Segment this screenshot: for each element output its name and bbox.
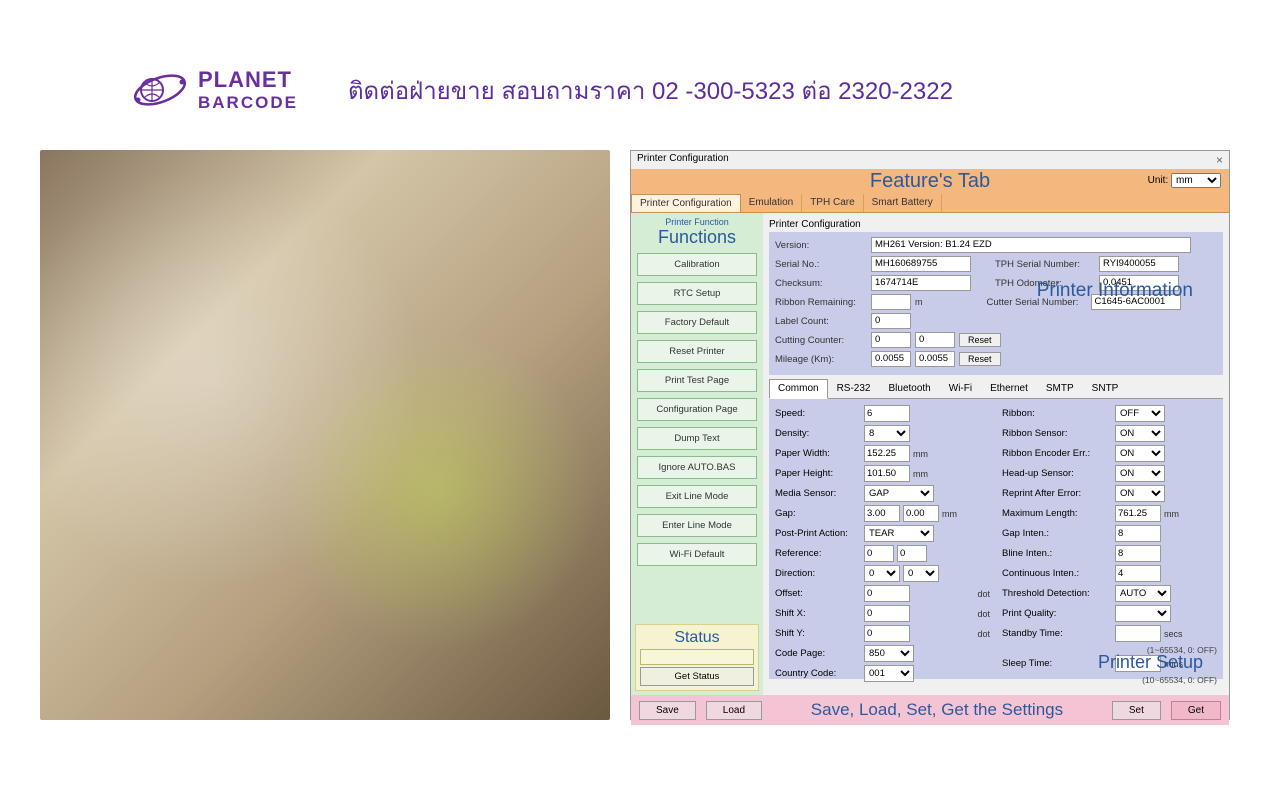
tph-odometer-field: 0.0451 xyxy=(1099,275,1179,291)
offset-input[interactable] xyxy=(864,585,910,602)
serial-field: MH160689755 xyxy=(871,256,971,272)
load-button[interactable]: Load xyxy=(706,701,762,720)
footer-text: Save, Load, Set, Get the Settings xyxy=(772,700,1102,720)
print-quality-select[interactable] xyxy=(1115,605,1171,622)
threshold-detection-select[interactable]: AUTO xyxy=(1115,585,1171,602)
continuous-inten-input[interactable] xyxy=(1115,565,1161,582)
unit-select[interactable]: mm xyxy=(1171,173,1221,188)
max-length-input[interactable] xyxy=(1115,505,1161,522)
functions-sidebar: Printer Function Functions Calibration R… xyxy=(631,213,763,695)
fn-exit-line-mode[interactable]: Exit Line Mode xyxy=(637,485,757,508)
gap-inten-input[interactable] xyxy=(1115,525,1161,542)
subtab-bluetooth[interactable]: Bluetooth xyxy=(879,379,939,398)
cutter-serial-field: C1645-6AC0001 xyxy=(1091,294,1181,310)
code-page-select[interactable]: 850 xyxy=(864,645,914,662)
get-status-button[interactable]: Get Status xyxy=(640,667,754,686)
paper-height-input[interactable] xyxy=(864,465,910,482)
section-label: Printer Configuration xyxy=(769,217,1223,232)
tab-smart-battery[interactable]: Smart Battery xyxy=(864,194,942,212)
status-value xyxy=(640,649,754,665)
country-code-select[interactable]: 001 xyxy=(864,665,914,682)
fn-ignore-autobas[interactable]: Ignore AUTO.BAS xyxy=(637,456,757,479)
density-select[interactable]: 8 xyxy=(864,425,910,442)
fn-reset-printer[interactable]: Reset Printer xyxy=(637,340,757,363)
fn-calibration[interactable]: Calibration xyxy=(637,253,757,276)
subtab-common[interactable]: Common xyxy=(769,379,828,399)
printer-info-panel: Printer Information Version: MH261 Versi… xyxy=(769,232,1223,375)
tagline: ติดต่อฝ่ายขาย สอบถามราคา 02 -300-5323 ต่… xyxy=(348,71,953,110)
ribbon-encoder-select[interactable]: ON xyxy=(1115,445,1165,462)
globe-icon xyxy=(130,60,190,120)
speed-input[interactable] xyxy=(864,405,910,422)
footer-bar: Save Load Save, Load, Set, Get the Setti… xyxy=(631,695,1229,725)
window-titlebar: Printer Configuration × xyxy=(631,151,1229,169)
fn-print-test-page[interactable]: Print Test Page xyxy=(637,369,757,392)
shift-x-input[interactable] xyxy=(864,605,910,622)
sidebar-title: Functions xyxy=(635,227,759,248)
subtab-wifi[interactable]: Wi-Fi xyxy=(940,379,981,398)
reset-cutting-button[interactable]: Reset xyxy=(959,333,1001,347)
gap-input-2[interactable] xyxy=(903,505,939,522)
status-block: Status Get Status xyxy=(635,624,759,691)
printer-setup-panel: Printer Setup Speed: Density:8 Paper Wid… xyxy=(769,399,1223,679)
main-panel: Printer Configuration Printer Informatio… xyxy=(763,213,1229,695)
label-count-field: 0 xyxy=(871,313,911,329)
subtab-smtp[interactable]: SMTP xyxy=(1037,379,1083,398)
sidebar-heading: Printer Function xyxy=(635,217,759,227)
subtab-ethernet[interactable]: Ethernet xyxy=(981,379,1037,398)
reference-input-2[interactable] xyxy=(897,545,927,562)
save-button[interactable]: Save xyxy=(639,701,696,720)
main-tabs: Printer Configuration Emulation TPH Care… xyxy=(631,194,1229,213)
feature-banner: Feature's Tab Unit: mm xyxy=(631,169,1229,194)
fn-factory-default[interactable]: Factory Default xyxy=(637,311,757,334)
shift-y-input[interactable] xyxy=(864,625,910,642)
paper-width-input[interactable] xyxy=(864,445,910,462)
logo: PLANET BARCODE xyxy=(130,60,298,120)
post-print-action-select[interactable]: TEAR xyxy=(864,525,934,542)
settings-subtabs: Common RS-232 Bluetooth Wi-Fi Ethernet S… xyxy=(769,379,1223,399)
page-header: PLANET BARCODE ติดต่อฝ่ายขาย สอบถามราคา … xyxy=(0,0,1280,140)
fn-rtc-setup[interactable]: RTC Setup xyxy=(637,282,757,305)
media-sensor-select[interactable]: GAP xyxy=(864,485,934,502)
status-title: Status xyxy=(640,629,754,647)
gap-input-1[interactable] xyxy=(864,505,900,522)
set-button[interactable]: Set xyxy=(1112,701,1161,720)
window-title: Printer Configuration xyxy=(637,153,729,167)
warehouse-photo xyxy=(40,150,610,720)
fn-wifi-default[interactable]: Wi-Fi Default xyxy=(637,543,757,566)
fn-configuration-page[interactable]: Configuration Page xyxy=(637,398,757,421)
direction-select-1[interactable]: 0 xyxy=(864,565,900,582)
tab-emulation[interactable]: Emulation xyxy=(741,194,802,212)
ribbon-remaining-field xyxy=(871,294,911,310)
reference-input-1[interactable] xyxy=(864,545,894,562)
tab-printer-configuration[interactable]: Printer Configuration xyxy=(631,194,741,212)
close-icon[interactable]: × xyxy=(1216,153,1223,167)
direction-select-2[interactable]: 0 xyxy=(903,565,939,582)
reprint-after-error-select[interactable]: ON xyxy=(1115,485,1165,502)
reset-mileage-button[interactable]: Reset xyxy=(959,352,1001,366)
bline-inten-input[interactable] xyxy=(1115,545,1161,562)
subtab-rs232[interactable]: RS-232 xyxy=(828,379,880,398)
fn-enter-line-mode[interactable]: Enter Line Mode xyxy=(637,514,757,537)
headup-sensor-select[interactable]: ON xyxy=(1115,465,1165,482)
subtab-sntp[interactable]: SNTP xyxy=(1083,379,1128,398)
standby-time-input[interactable] xyxy=(1115,625,1161,642)
fn-dump-text[interactable]: Dump Text xyxy=(637,427,757,450)
logo-text: PLANET BARCODE xyxy=(198,67,298,113)
tab-tph-care[interactable]: TPH Care xyxy=(802,194,863,212)
printer-config-window: Printer Configuration × Feature's Tab Un… xyxy=(630,150,1230,720)
sleep-time-input[interactable] xyxy=(1115,655,1161,672)
unit-selector: Unit: mm xyxy=(1148,173,1221,188)
tph-serial-field: RYI9400055 xyxy=(1099,256,1179,272)
ribbon-sensor-select[interactable]: ON xyxy=(1115,425,1165,442)
version-field: MH261 Version: B1.24 EZD xyxy=(871,237,1191,253)
ribbon-select[interactable]: OFF xyxy=(1115,405,1165,422)
get-button[interactable]: Get xyxy=(1171,701,1221,720)
checksum-field: 1674714E xyxy=(871,275,971,291)
